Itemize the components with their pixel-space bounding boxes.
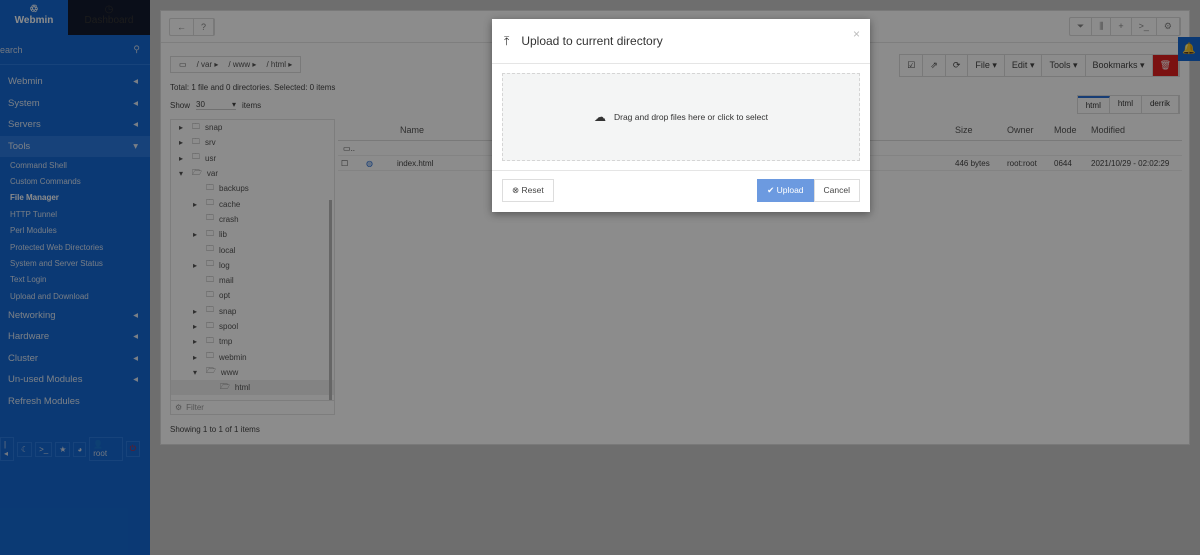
- upload-modal: ⤒ Upload to current directory × ☁ Drag a…: [492, 19, 870, 212]
- modal-title: Upload to current directory: [521, 34, 663, 48]
- cloud-upload-icon: ☁: [593, 110, 606, 124]
- upload-icon: ⤒: [504, 33, 510, 48]
- close-icon[interactable]: ×: [853, 27, 860, 41]
- reset-button[interactable]: ⊗ Reset: [502, 179, 554, 202]
- cancel-button[interactable]: Cancel: [813, 179, 860, 202]
- upload-button[interactable]: ✔ Upload: [757, 179, 814, 202]
- dropzone[interactable]: ☁ Drag and drop files here or click to s…: [502, 73, 860, 161]
